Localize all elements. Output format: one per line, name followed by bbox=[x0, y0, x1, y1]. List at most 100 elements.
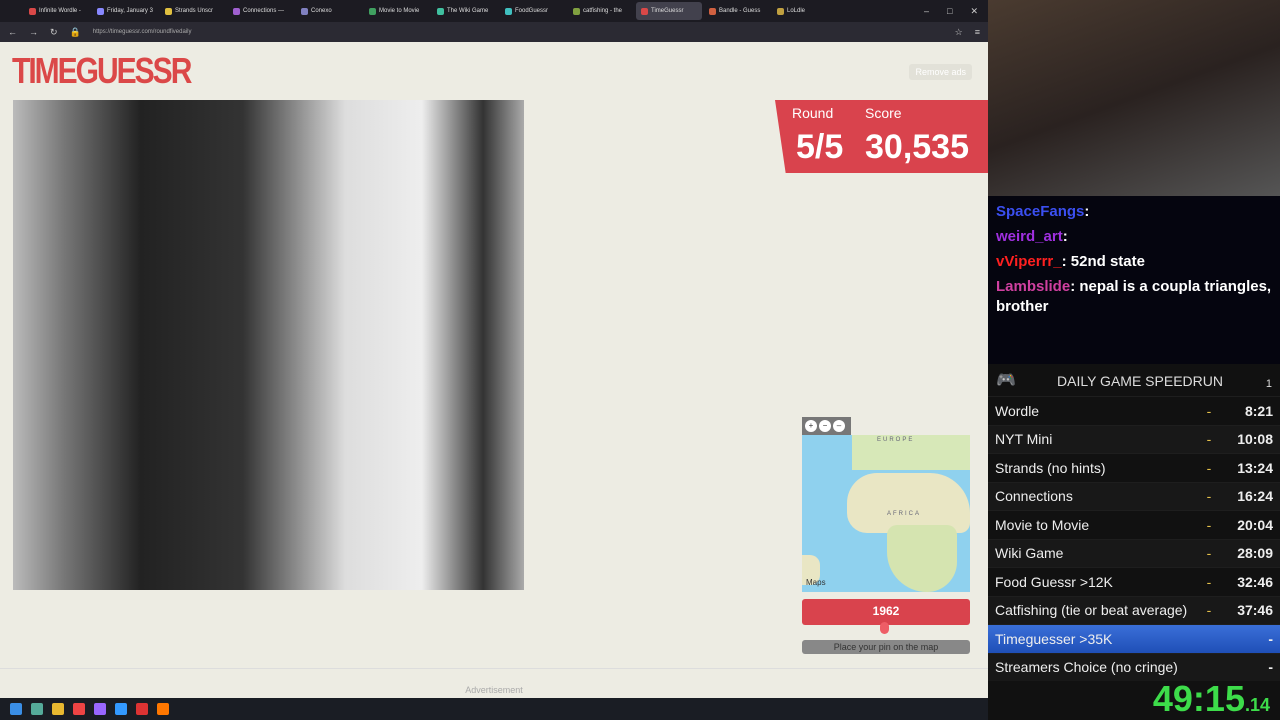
split-name: Strands (no hints) bbox=[995, 459, 1106, 476]
favicon-icon bbox=[301, 7, 308, 15]
menu-icon[interactable]: ≡ bbox=[975, 27, 980, 37]
split-row: NYT Mini - 10:08 bbox=[988, 424, 1280, 453]
split-time: 28:09 bbox=[1237, 545, 1273, 562]
maximize-icon[interactable]: □ bbox=[947, 6, 952, 17]
collapse-icon[interactable]: – bbox=[833, 420, 845, 432]
app-icon[interactable] bbox=[115, 703, 127, 715]
year-slider-handle[interactable] bbox=[880, 622, 889, 634]
browser-tab[interactable]: The Wiki Game bbox=[432, 2, 498, 20]
forward-icon[interactable]: → bbox=[29, 27, 38, 37]
browser-tab[interactable]: Connections — bbox=[228, 2, 294, 20]
browser-window: Infinite Wordle - Friday, January 3 Strand… bbox=[0, 0, 988, 698]
tab-label: Infinite Wordle - bbox=[39, 8, 81, 14]
firefox-icon[interactable] bbox=[157, 703, 169, 715]
split-time: 20:04 bbox=[1237, 516, 1273, 533]
browser-tab[interactable]: Movie to Movie bbox=[364, 2, 430, 20]
chat-username[interactable]: Lambslide bbox=[996, 278, 1070, 295]
zoom-in-icon[interactable]: + bbox=[805, 420, 817, 432]
remove-ads-button[interactable]: Remove ads bbox=[909, 64, 972, 80]
split-row: Wiki Game - 28:09 bbox=[988, 538, 1280, 567]
maps-attribution: Maps bbox=[806, 578, 826, 587]
chat-username[interactable]: vViperrr_ bbox=[996, 253, 1062, 270]
reload-icon[interactable]: ↻ bbox=[50, 27, 58, 38]
zoom-out-icon[interactable]: − bbox=[819, 420, 831, 432]
chat-message: Lambslide: nepal is a coupla triangles, … bbox=[996, 278, 1272, 315]
favicon-icon bbox=[29, 7, 36, 15]
browser-tab[interactable]: Bandle - Guess bbox=[704, 2, 770, 20]
favicon-icon bbox=[573, 7, 580, 15]
browser-tab[interactable]: TimeGuessr bbox=[636, 2, 702, 20]
close-icon[interactable]: ✕ bbox=[970, 6, 978, 17]
split-time: 13:24 bbox=[1237, 459, 1273, 476]
chat-message: weird_art: bbox=[996, 228, 1068, 245]
url-bar[interactable]: https://timeguessr.com/roundfivedaily bbox=[93, 29, 943, 35]
split-time: 32:46 bbox=[1237, 573, 1273, 590]
place-pin-button[interactable]: Place your pin on the map bbox=[802, 640, 970, 654]
browser-tab[interactable]: LoLdle bbox=[772, 2, 838, 20]
stream-chat: SpaceFangs: weird_art: vViperrr_: 52nd s… bbox=[988, 196, 1280, 364]
tab-label: Bandle - Guess bbox=[719, 8, 761, 14]
split-row: Strands (no hints) - 13:24 bbox=[988, 453, 1280, 482]
timeguessr-page: TIMEGUESSR Remove ads Round Score 5/5 30… bbox=[0, 42, 988, 698]
split-time: 10:08 bbox=[1237, 431, 1273, 448]
favicon-icon bbox=[505, 7, 512, 15]
browser-tab[interactable]: FoodGuessr bbox=[500, 2, 566, 20]
split-row: Food Guessr >12K - 32:46 bbox=[988, 567, 1280, 596]
split-delta: - bbox=[1206, 545, 1212, 562]
start-icon[interactable] bbox=[10, 703, 22, 715]
nav-bar: ← → ↻ 🔒 https://timeguessr.com/roundfive… bbox=[0, 22, 988, 42]
advertisement-bar: Advertisement bbox=[0, 668, 988, 698]
browser-tab[interactable]: Strands Unscr bbox=[160, 2, 226, 20]
lock-icon: 🔒 bbox=[69, 26, 81, 37]
split-name: Movie to Movie bbox=[995, 516, 1090, 533]
browser-tab[interactable]: Friday, January 3 bbox=[92, 2, 158, 20]
split-row: Streamers Choice (no cringe) - bbox=[988, 652, 1280, 681]
map-controls: + − – bbox=[802, 417, 851, 435]
tab-label: LoLdle bbox=[787, 8, 806, 14]
favicon-icon bbox=[709, 7, 716, 15]
chrome-icon[interactable] bbox=[73, 703, 85, 715]
favicon-icon bbox=[369, 7, 376, 15]
logo[interactable]: TIMEGUESSR bbox=[12, 52, 192, 93]
timer-main: 49:15 bbox=[1152, 678, 1245, 719]
chat-username[interactable]: weird_art bbox=[996, 228, 1063, 245]
folder-icon[interactable] bbox=[52, 703, 64, 715]
tab-label: Connections — bbox=[243, 8, 285, 14]
guess-map[interactable]: EUROPE AFRICA Maps bbox=[802, 435, 970, 592]
round-value: 5/5 bbox=[796, 128, 844, 166]
split-delta: - bbox=[1206, 402, 1212, 419]
split-time: - bbox=[1268, 630, 1273, 647]
split-name: Connections bbox=[995, 488, 1073, 505]
webcam-feed bbox=[988, 0, 1280, 196]
split-delta: - bbox=[1206, 488, 1212, 505]
browser-tab[interactable]: Infinite Wordle - bbox=[24, 2, 90, 20]
speedrun-splits: 🎮 DAILY GAME SPEEDRUN 1 Wordle - 8:21 NYT M… bbox=[988, 364, 1280, 720]
split-name: Food Guessr >12K bbox=[995, 573, 1113, 590]
split-name: Wordle bbox=[995, 402, 1040, 419]
year-slider[interactable]: 1962 bbox=[802, 599, 970, 625]
bookmark-star-icon[interactable]: ☆ bbox=[955, 27, 963, 38]
taskbar bbox=[0, 698, 988, 720]
split-name: Timeguesser >35K bbox=[995, 630, 1113, 647]
score-panel: Round Score 5/5 30,535 bbox=[775, 100, 988, 173]
split-time: 8:21 bbox=[1244, 402, 1273, 419]
minimize-icon[interactable]: – bbox=[924, 6, 929, 17]
split-name: NYT Mini bbox=[995, 431, 1053, 448]
tab-label: Friday, January 3 bbox=[107, 8, 153, 14]
favicon-icon bbox=[165, 7, 172, 15]
browser-tab[interactable]: Conexo bbox=[296, 2, 362, 20]
split-delta: - bbox=[1206, 573, 1212, 590]
browser-tab[interactable]: catfishing - the bbox=[568, 2, 634, 20]
chat-message: vViperrr_: 52nd state bbox=[996, 253, 1145, 270]
app-icon[interactable] bbox=[136, 703, 148, 715]
chat-username[interactable]: SpaceFangs bbox=[996, 203, 1084, 220]
split-name: Wiki Game bbox=[995, 545, 1064, 562]
chat-text: 52nd state bbox=[1070, 253, 1145, 270]
split-time: 37:46 bbox=[1237, 602, 1273, 619]
app-icon[interactable] bbox=[94, 703, 106, 715]
app-icon[interactable] bbox=[31, 703, 43, 715]
back-icon[interactable]: ← bbox=[8, 27, 17, 37]
split-delta: - bbox=[1206, 516, 1212, 533]
split-time: 16:24 bbox=[1237, 488, 1273, 505]
favicon-icon bbox=[641, 7, 648, 15]
